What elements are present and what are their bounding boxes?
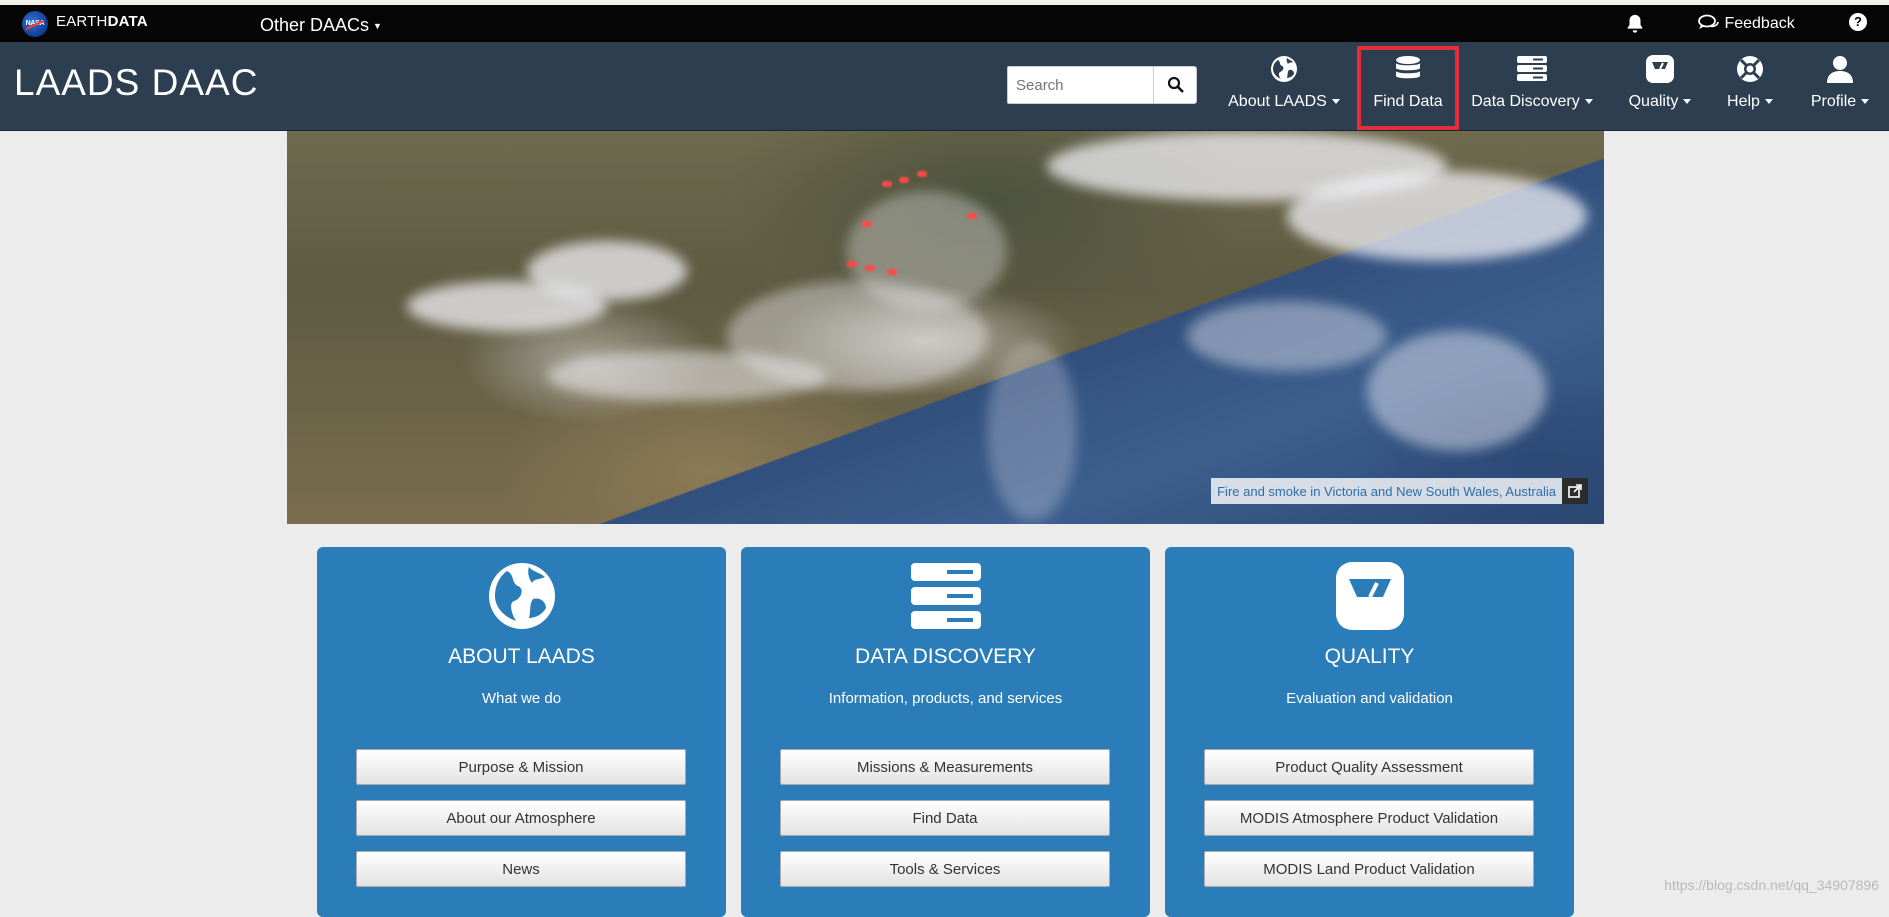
globe-icon xyxy=(1271,56,1297,82)
missions-measurements-button[interactable]: Missions & Measurements xyxy=(780,749,1110,785)
globe-icon xyxy=(488,563,555,629)
hero-satellite-image: Fire and smoke in Victoria and New South… xyxy=(287,131,1604,524)
nav-help-label: Help xyxy=(1727,93,1760,110)
purpose-mission-button[interactable]: Purpose & Mission xyxy=(356,749,686,785)
tools-services-button[interactable]: Tools & Services xyxy=(780,851,1110,887)
caret-down-icon xyxy=(1584,99,1593,105)
hero-caption[interactable]: Fire and smoke in Victoria and New South… xyxy=(1211,478,1588,504)
site-header: LAADS DAAC About LAADS Find Data Data Di… xyxy=(0,42,1889,131)
card-title: DATA DISCOVERY xyxy=(855,645,1036,668)
other-daacs-dropdown[interactable]: Other DAACs ▼ xyxy=(260,15,382,36)
cloud-shape xyxy=(407,281,607,331)
cloud-shape xyxy=(1367,331,1547,451)
find-data-button[interactable]: Find Data xyxy=(780,800,1110,836)
nav-about-laads-label: About LAADS xyxy=(1228,93,1327,110)
fire-spot xyxy=(887,269,897,275)
card-subtitle: What we do xyxy=(481,690,562,707)
feedback-link[interactable]: Feedback xyxy=(1698,14,1795,33)
other-daacs-label: Other DAACs xyxy=(260,15,370,35)
caret-down-icon: ▼ xyxy=(373,21,382,32)
brand-data-text: DATA xyxy=(107,13,148,30)
bell-icon[interactable] xyxy=(1624,13,1646,35)
nav-data-discovery-label: Data Discovery xyxy=(1471,93,1580,110)
server-icon xyxy=(1517,56,1547,81)
nav-profile-label: Profile xyxy=(1810,93,1857,110)
cloud-shape xyxy=(1187,301,1387,371)
user-icon xyxy=(1827,56,1853,83)
fire-spot xyxy=(967,213,977,219)
brand-earth-text: EARTH xyxy=(56,13,108,30)
earthdata-brand[interactable]: EARTHDATA xyxy=(56,13,148,30)
nasa-logo[interactable]: NASA xyxy=(22,11,48,37)
caret-down-icon xyxy=(1764,99,1773,105)
about-atmosphere-button[interactable]: About our Atmosphere xyxy=(356,800,686,836)
fire-spot xyxy=(899,177,909,183)
fire-spot xyxy=(847,261,857,267)
site-title[interactable]: LAADS DAAC xyxy=(14,62,258,104)
smoke-plume xyxy=(987,341,1077,521)
card-subtitle: Information, products, and services xyxy=(828,690,1063,707)
cloud-shape xyxy=(1287,171,1587,261)
earthdata-bar: NASA EARTHDATA Other DAACs ▼ Feedback ? xyxy=(0,5,1889,42)
nav-data-discovery[interactable]: Data Discovery xyxy=(1466,42,1598,130)
scale-icon xyxy=(1335,562,1404,630)
hero-caption-text[interactable]: Fire and smoke in Victoria and New South… xyxy=(1211,484,1562,499)
fire-spot xyxy=(917,171,927,177)
fire-spot xyxy=(865,265,875,271)
smoke-plume xyxy=(847,191,1007,311)
search-input[interactable] xyxy=(1007,66,1156,104)
card-about-laads: ABOUT LAADS What we do Purpose & Mission… xyxy=(317,547,726,917)
server-icon xyxy=(910,563,981,629)
fire-spot xyxy=(882,181,892,187)
nav-about-laads[interactable]: About LAADS xyxy=(1226,42,1342,130)
fire-spot xyxy=(862,221,872,227)
caret-down-icon xyxy=(1683,99,1692,105)
news-button[interactable]: News xyxy=(356,851,686,887)
product-quality-assessment-button[interactable]: Product Quality Assessment xyxy=(1204,749,1534,785)
card-subtitle: Evaluation and validation xyxy=(1286,690,1453,707)
chat-icon xyxy=(1698,14,1719,29)
card-title: QUALITY xyxy=(1324,645,1415,668)
nav-quality[interactable]: Quality xyxy=(1618,42,1702,130)
watermark: https://blog.csdn.net/qq_34907896 xyxy=(1664,877,1879,893)
find-data-highlight-box xyxy=(1357,46,1459,130)
search-button[interactable] xyxy=(1153,66,1197,104)
nav-help[interactable]: Help xyxy=(1717,42,1783,130)
external-link-icon[interactable] xyxy=(1562,478,1588,504)
scale-icon xyxy=(1646,55,1674,83)
nav-profile[interactable]: Profile xyxy=(1799,42,1881,130)
card-quality: QUALITY Evaluation and validation Produc… xyxy=(1165,547,1574,917)
caret-down-icon xyxy=(1861,99,1870,105)
modis-atmosphere-validation-button[interactable]: MODIS Atmosphere Product Validation xyxy=(1204,800,1534,836)
help-icon[interactable]: ? xyxy=(1849,13,1867,31)
caret-down-icon xyxy=(1331,99,1340,105)
lifebuoy-icon xyxy=(1737,56,1763,82)
modis-land-validation-button[interactable]: MODIS Land Product Validation xyxy=(1204,851,1534,887)
search-icon xyxy=(1167,76,1184,93)
feedback-label: Feedback xyxy=(1724,15,1795,32)
card-data-discovery: DATA DISCOVERY Information, products, an… xyxy=(741,547,1150,917)
nav-quality-label: Quality xyxy=(1628,93,1679,110)
card-title: ABOUT LAADS xyxy=(448,645,595,668)
